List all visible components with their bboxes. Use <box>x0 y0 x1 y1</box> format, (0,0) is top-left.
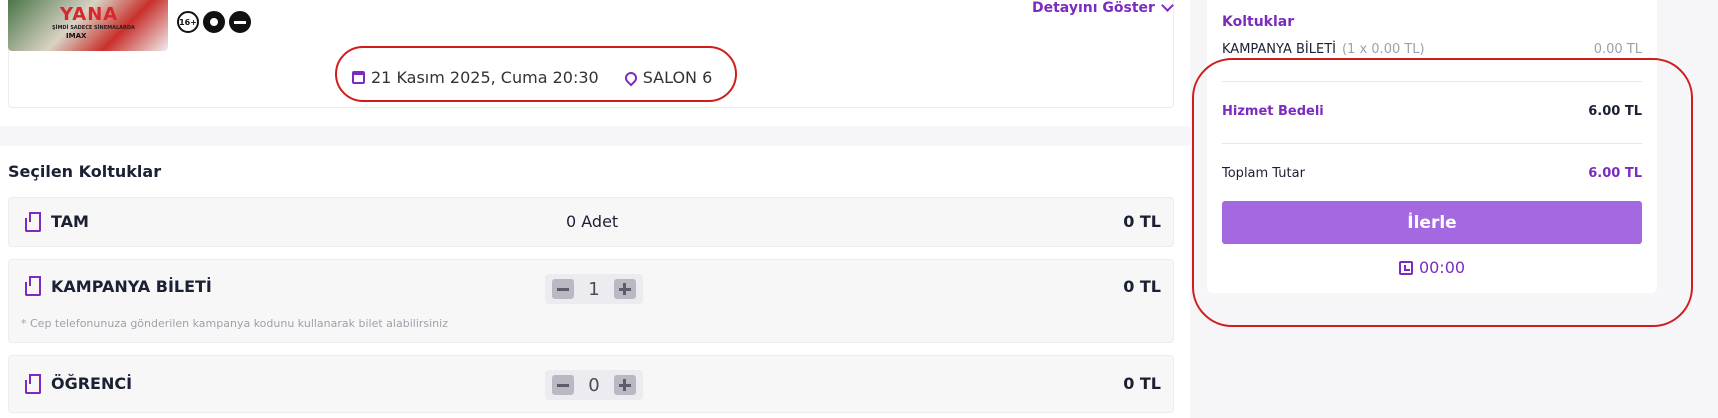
ticket-count: 0 Adet <box>566 212 619 231</box>
poster-tagline: ŞİMDİ SADECE SİNEMALARDA <box>52 25 135 31</box>
age-rating-icon: 16+ <box>177 11 199 33</box>
increase-button[interactable] <box>614 375 636 395</box>
violence-rating-icon <box>203 11 225 33</box>
ticket-icon <box>25 212 41 232</box>
order-summary-card: Koltuklar KAMPANYA BİLETİ (1 x 0.00 TL) 0… <box>1207 0 1657 293</box>
location-pin-icon <box>622 69 640 86</box>
total-label: Toplam Tutar <box>1222 166 1305 181</box>
ticket-name: ÖĞRENCİ <box>51 374 133 393</box>
show-details-label: Detayını Göster <box>1032 0 1155 16</box>
session-info: 21 Kasım 2025, Cuma 20:30 SALON 6 <box>352 68 712 87</box>
main-content: YANA ŞİMDİ SADECE SİNEMALARDA IMAX 16+ D… <box>0 0 1190 418</box>
rating-icons: 16+ <box>177 11 251 33</box>
calendar-icon <box>352 71 365 84</box>
proceed-button[interactable]: İlerle <box>1222 201 1642 244</box>
timer-value: 00:00 <box>1418 258 1466 277</box>
ticket-row-kampanya: KAMPANYA BİLETİ 1 0 TL * Cep telefonunuz… <box>8 259 1174 343</box>
ticket-row-tam: TAM 0 Adet 0 TL <box>8 197 1174 247</box>
line-item-total: 0.00 TL <box>1593 42 1642 57</box>
ticket-icon <box>25 374 41 394</box>
line-item-name: KAMPANYA BİLETİ <box>1222 42 1336 57</box>
ticket-price: 0 TL <box>1123 374 1161 393</box>
seats-heading: Koltuklar <box>1222 14 1295 30</box>
ticket-name: KAMPANYA BİLETİ <box>51 277 212 296</box>
campaign-note: * Cep telefonunuza gönderilen kampanya k… <box>21 317 448 330</box>
divider <box>1222 143 1642 144</box>
line-item: KAMPANYA BİLETİ (1 x 0.00 TL) <box>1222 42 1425 57</box>
countdown-timer: 00:00 <box>1207 258 1657 277</box>
show-details-link[interactable]: Detayını Göster <box>1032 0 1174 16</box>
service-fee-label: Hizmet Bedeli <box>1222 104 1324 119</box>
line-item-detail: (1 x 0.00 TL) <box>1341 42 1425 57</box>
increase-button[interactable] <box>614 279 636 299</box>
session-datetime: 21 Kasım 2025, Cuma 20:30 <box>371 68 599 87</box>
quantity-stepper: 1 <box>545 274 643 304</box>
ticket-price: 0 TL <box>1123 277 1161 296</box>
divider <box>1222 81 1642 82</box>
session-hall: SALON 6 <box>642 68 713 87</box>
selected-seats-title: Seçilen Koltuklar <box>8 162 162 181</box>
service-fee-value: 6.00 TL <box>1588 104 1642 119</box>
ticket-row-ogrenci: ÖĞRENCİ 0 0 TL <box>8 355 1174 413</box>
negative-content-icon <box>229 11 251 33</box>
ticket-name: TAM <box>51 212 89 231</box>
total-value: 6.00 TL <box>1588 166 1642 181</box>
ticket-icon <box>25 276 41 296</box>
poster-title: YANA <box>60 4 119 25</box>
timer-icon <box>1398 260 1413 275</box>
quantity-stepper: 0 <box>545 370 643 400</box>
poster-format: IMAX <box>66 32 87 40</box>
movie-poster[interactable]: YANA ŞİMDİ SADECE SİNEMALARDA IMAX <box>8 0 168 51</box>
ticket-price: 0 TL <box>1123 212 1161 231</box>
section-divider <box>0 126 1190 146</box>
chevron-down-icon <box>1161 0 1174 12</box>
